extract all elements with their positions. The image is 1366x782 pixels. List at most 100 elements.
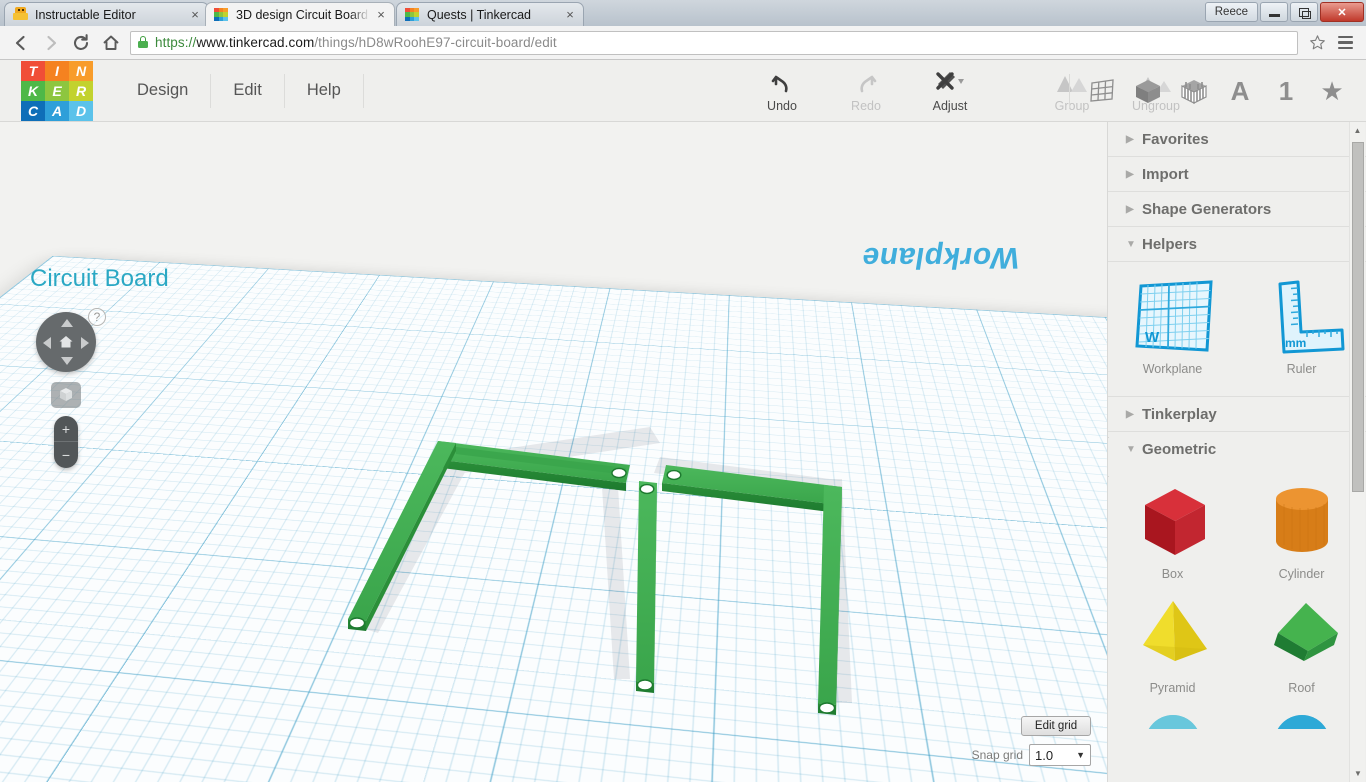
shape-item-workplane[interactable]: W Workplane <box>1108 274 1237 376</box>
shape-label: Roof <box>1288 681 1315 695</box>
shape-item-ruler[interactable]: mm Ruler <box>1237 274 1366 376</box>
robot-icon <box>13 6 29 23</box>
browser-tab-3d-design[interactable]: 3D design Circuit Board | T × <box>205 2 395 26</box>
browser-menu-icon[interactable] <box>1330 28 1360 58</box>
shape-item-pyramid[interactable]: Pyramid <box>1108 593 1237 695</box>
snap-grid-row: Snap grid 1.0 ▼ <box>951 744 1091 766</box>
tab-close-icon[interactable]: × <box>563 8 577 22</box>
fit-view-cube-button[interactable] <box>51 382 81 408</box>
orbit-down-arrow-icon[interactable] <box>61 357 73 365</box>
url-path: /things/hD8wRoohE97-circuit-board/edit <box>314 35 557 50</box>
green-bracket-model[interactable] <box>330 417 890 757</box>
adjust-icon <box>934 70 966 96</box>
close-button[interactable]: ✕ <box>1320 2 1364 22</box>
logo-tile: R <box>69 80 93 101</box>
logo-tile: A <box>45 100 69 121</box>
tab-title: Quests | Tinkercad <box>427 7 531 22</box>
number-one-glyph: 1 <box>1278 75 1294 106</box>
scroll-up-arrow-icon[interactable]: ▲ <box>1350 122 1365 139</box>
zoom-out-button[interactable]: − <box>54 442 78 468</box>
edit-grid-button[interactable]: Edit grid <box>1021 716 1091 736</box>
redo-button[interactable]: Redo <box>824 62 908 120</box>
panel-section-favorites[interactable]: ▶ Favorites <box>1108 122 1366 157</box>
text-a-icon[interactable]: A <box>1220 69 1260 113</box>
tab-close-icon[interactable]: × <box>374 8 388 22</box>
cylinder-shape-icon <box>1254 479 1350 565</box>
chevron-right-icon: ▶ <box>1126 168 1134 180</box>
snap-grid-select[interactable]: 1.0 ▼ <box>1029 744 1091 766</box>
user-profile-button[interactable]: Reece <box>1204 2 1258 22</box>
tinkercad-icon <box>214 7 230 23</box>
menu-design[interactable]: Design <box>119 73 212 108</box>
lock-icon <box>137 36 149 49</box>
helpers-shape-list: W Workplane mm Ruler <box>1108 262 1366 397</box>
workplane-watermark: Workplane <box>858 241 1022 274</box>
orbit-left-arrow-icon[interactable] <box>43 337 51 349</box>
tab-close-icon[interactable]: × <box>188 8 202 22</box>
scroll-down-arrow-icon[interactable]: ▼ <box>1350 765 1366 782</box>
logo-tile: D <box>69 100 93 121</box>
restore-button[interactable] <box>1290 2 1318 22</box>
number-one-icon[interactable]: 1 <box>1266 69 1306 113</box>
orbit-right-arrow-icon[interactable] <box>81 337 89 349</box>
back-button[interactable] <box>6 28 36 58</box>
section-label: Tinkerplay <box>1142 405 1217 423</box>
panel-section-helpers[interactable]: ▼ Helpers <box>1108 227 1366 262</box>
browser-tab-quests[interactable]: Quests | Tinkercad × <box>396 2 584 26</box>
undo-label: Undo <box>767 98 797 113</box>
reload-button[interactable] <box>66 28 96 58</box>
url-text: https://www.tinkercad.com/things/hD8wRoo… <box>155 35 557 50</box>
page-title: Circuit Board <box>30 265 169 292</box>
star-icon[interactable]: ★ <box>1312 69 1352 113</box>
chevron-right-icon: ▶ <box>1126 408 1134 420</box>
panel-scrollbar[interactable]: ▲ ▼ <box>1349 122 1365 782</box>
adjust-button[interactable]: Adjust <box>908 62 992 120</box>
shape-item-sphere-partial[interactable] <box>1108 707 1237 729</box>
panel-collapse-button[interactable]: ❯ <box>1108 437 1109 477</box>
help-icon[interactable]: ? <box>88 308 106 326</box>
panel-section-shape-generators[interactable]: ▶ Shape Generators <box>1108 192 1366 227</box>
box-shape-icon <box>1125 479 1221 565</box>
zoom-in-button[interactable]: + <box>54 416 78 442</box>
bookmark-star-icon[interactable] <box>1304 30 1330 56</box>
section-label: Helpers <box>1142 235 1198 253</box>
logo-tile: C <box>21 100 45 121</box>
home-button[interactable] <box>96 28 126 58</box>
solid-cube-icon[interactable] <box>1128 69 1168 113</box>
menu-edit[interactable]: Edit <box>211 73 285 108</box>
panel-section-geometric[interactable]: ▼ Geometric <box>1108 432 1366 467</box>
striped-cube-icon[interactable] <box>1174 69 1214 113</box>
shape-item-sphere2-partial[interactable] <box>1237 707 1366 729</box>
logo-tile: K <box>21 80 45 101</box>
scrollbar-thumb[interactable] <box>1352 142 1364 492</box>
snap-grid-value: 1.0 <box>1035 747 1054 763</box>
panel-section-tinkerplay[interactable]: ▶ Tinkerplay <box>1108 397 1366 432</box>
zoom-controls[interactable]: + − <box>54 416 78 468</box>
browser-tab-instructable[interactable]: Instructable Editor × <box>4 2 209 26</box>
redo-icon <box>854 70 878 96</box>
panel-section-import[interactable]: ▶ Import <box>1108 157 1366 192</box>
app-header: T I N K E R C A D Design Edit Help Undo <box>0 60 1366 122</box>
tab-title: Instructable Editor <box>35 7 136 22</box>
orbit-up-arrow-icon[interactable] <box>61 319 73 327</box>
section-label: Import <box>1142 165 1189 183</box>
orbit-pad[interactable] <box>36 312 96 372</box>
logo-tile: E <box>45 80 69 101</box>
undo-button[interactable]: Undo <box>740 62 824 120</box>
text-a-glyph: A <box>1230 75 1250 106</box>
address-bar[interactable]: https://www.tinkercad.com/things/hD8wRoo… <box>130 30 1298 55</box>
tinkercad-logo[interactable]: T I N K E R C A D <box>21 60 93 121</box>
svg-text:mm: mm <box>1285 336 1306 350</box>
forward-button[interactable] <box>36 28 66 58</box>
3d-viewport[interactable]: Workplane Circuit Board ? + − Edit grid … <box>0 122 1107 782</box>
menu-help[interactable]: Help <box>285 73 364 108</box>
shape-item-box[interactable]: Box <box>1108 479 1237 581</box>
chevron-down-icon: ▼ <box>1126 238 1136 250</box>
shape-item-roof[interactable]: Roof <box>1237 593 1366 695</box>
workplane-grid-icon[interactable] <box>1082 69 1122 113</box>
shape-item-cylinder[interactable]: Cylinder <box>1237 479 1366 581</box>
url-scheme: https:// <box>155 35 197 50</box>
minimize-button[interactable] <box>1260 2 1288 22</box>
home-view-icon[interactable] <box>56 332 76 352</box>
section-label: Geometric <box>1142 441 1217 458</box>
